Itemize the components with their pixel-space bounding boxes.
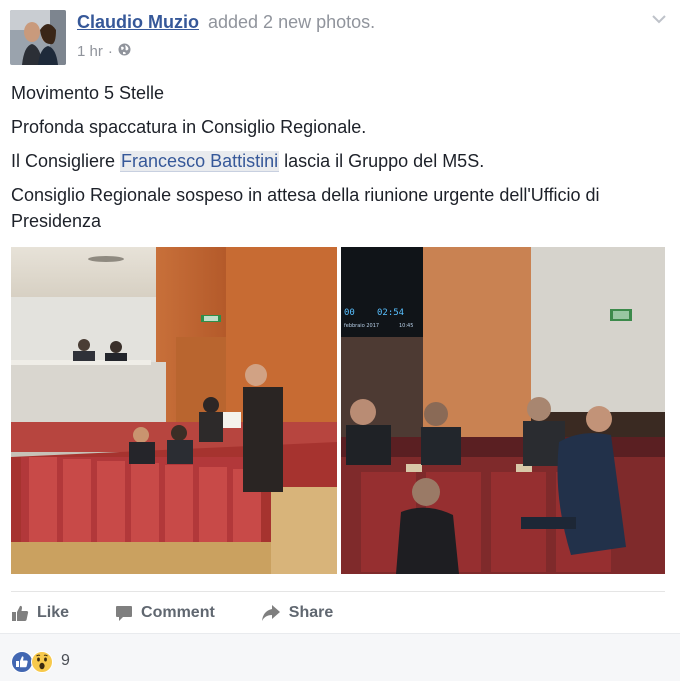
screen-left-text: 00 xyxy=(344,308,355,318)
post-photo-2[interactable]: 00 02:54 febbraio 2017 10:45 xyxy=(341,247,665,574)
post-action-text: added 2 new photos. xyxy=(208,12,376,32)
meta-separator: · xyxy=(107,43,113,60)
screen-date-text: febbraio 2017 xyxy=(344,323,379,329)
post-text-line: Consiglio Regionale sospeso in attesa de… xyxy=(11,185,600,231)
share-button[interactable]: Share xyxy=(261,604,333,622)
like-label: Like xyxy=(37,604,70,621)
comment-button[interactable]: Comment xyxy=(115,604,215,622)
reaction-count[interactable]: 9 xyxy=(61,652,70,670)
comment-icon xyxy=(115,604,133,622)
author-name-link[interactable]: Claudio Muzio xyxy=(77,12,199,32)
thumbs-up-icon xyxy=(11,604,29,622)
post-text-fragment: Il Consigliere xyxy=(11,151,121,171)
post-text-line: Movimento 5 Stelle xyxy=(11,83,165,103)
post-text-line: Il Consigliere Francesco Battistini lasc… xyxy=(11,148,671,174)
wow-reaction-icon xyxy=(31,651,53,678)
mention-link[interactable]: Francesco Battistini xyxy=(120,151,280,172)
screen-right-text: 10:45 xyxy=(399,323,413,329)
comment-label: Comment xyxy=(141,604,215,621)
chevron-down-icon[interactable] xyxy=(650,10,668,28)
post-timestamp[interactable]: 1 hr xyxy=(77,43,103,60)
author-avatar[interactable] xyxy=(10,10,66,65)
post-photo-1[interactable] xyxy=(11,247,337,574)
post-text-fragment: lascia il Gruppo del M5S. xyxy=(279,151,485,171)
like-button[interactable]: Like xyxy=(11,604,69,622)
share-arrow-icon xyxy=(261,604,281,622)
post-header: Claudio Muzio added 2 new photos. 1 hr · xyxy=(0,0,680,70)
post-actions: Like Comment Share xyxy=(11,596,665,630)
post-meta: 1 hr · xyxy=(77,43,131,60)
post-text-line: Profonda spaccatura in Consiglio Regiona… xyxy=(11,117,367,137)
actions-divider xyxy=(11,591,665,592)
share-label: Share xyxy=(288,604,334,621)
author-line: Claudio Muzio added 2 new photos. xyxy=(77,12,375,33)
reaction-icons[interactable] xyxy=(11,651,53,678)
post-body: Movimento 5 Stelle Profonda spaccatura i… xyxy=(11,80,671,242)
globe-icon[interactable] xyxy=(118,43,131,60)
reactions-bar: 9 xyxy=(0,633,680,681)
screen-time-text: 02:54 xyxy=(377,308,404,318)
like-reaction-icon xyxy=(11,651,33,678)
